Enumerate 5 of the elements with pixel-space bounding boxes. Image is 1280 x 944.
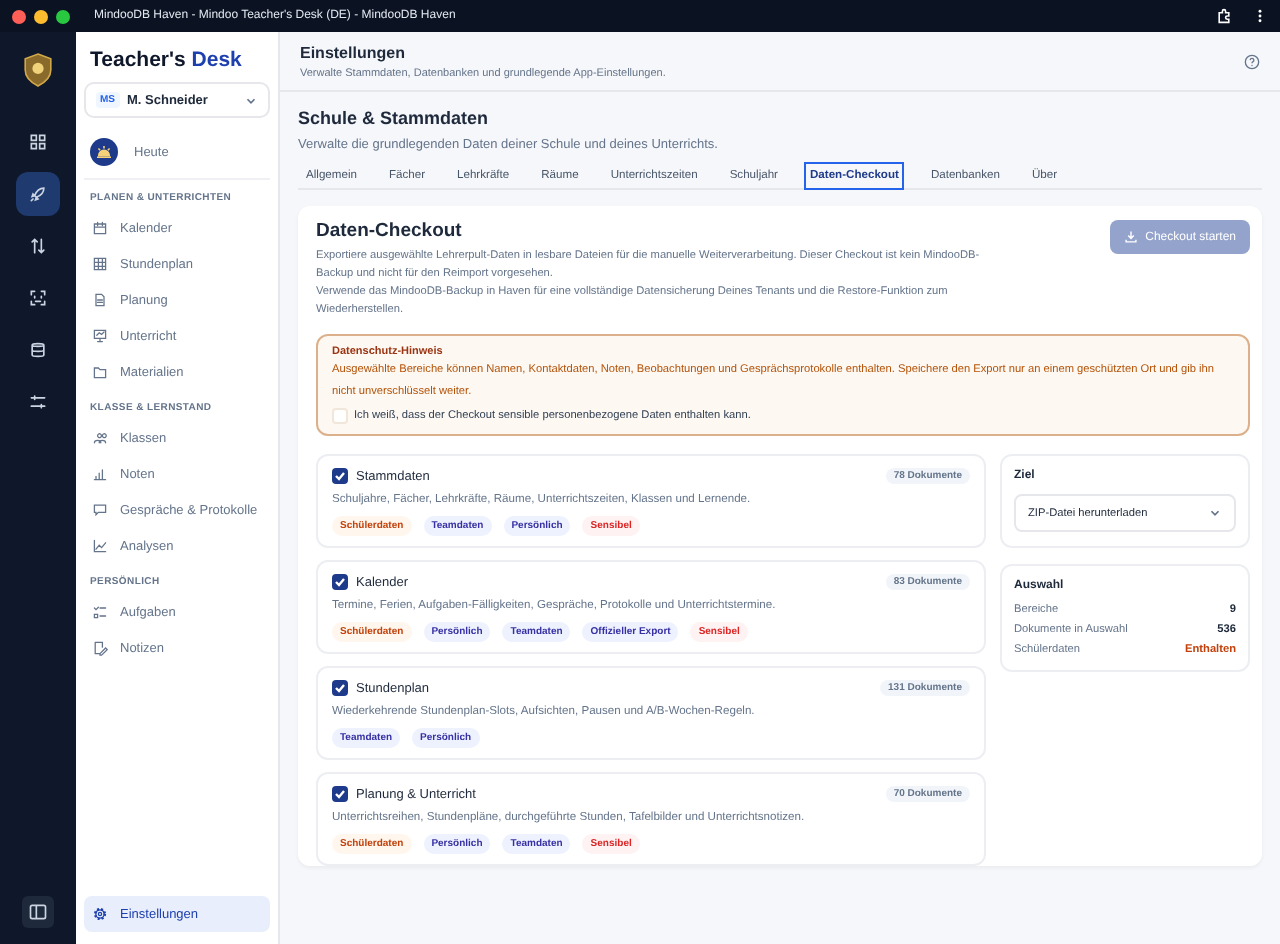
page-title: Einstellungen [300,44,407,62]
brand-name-accent: Desk [191,48,242,72]
card-title: Daten-Checkout [316,220,464,242]
brand-name: Teacher's [90,48,186,72]
section-title: Schule & Stammdaten [298,108,491,128]
